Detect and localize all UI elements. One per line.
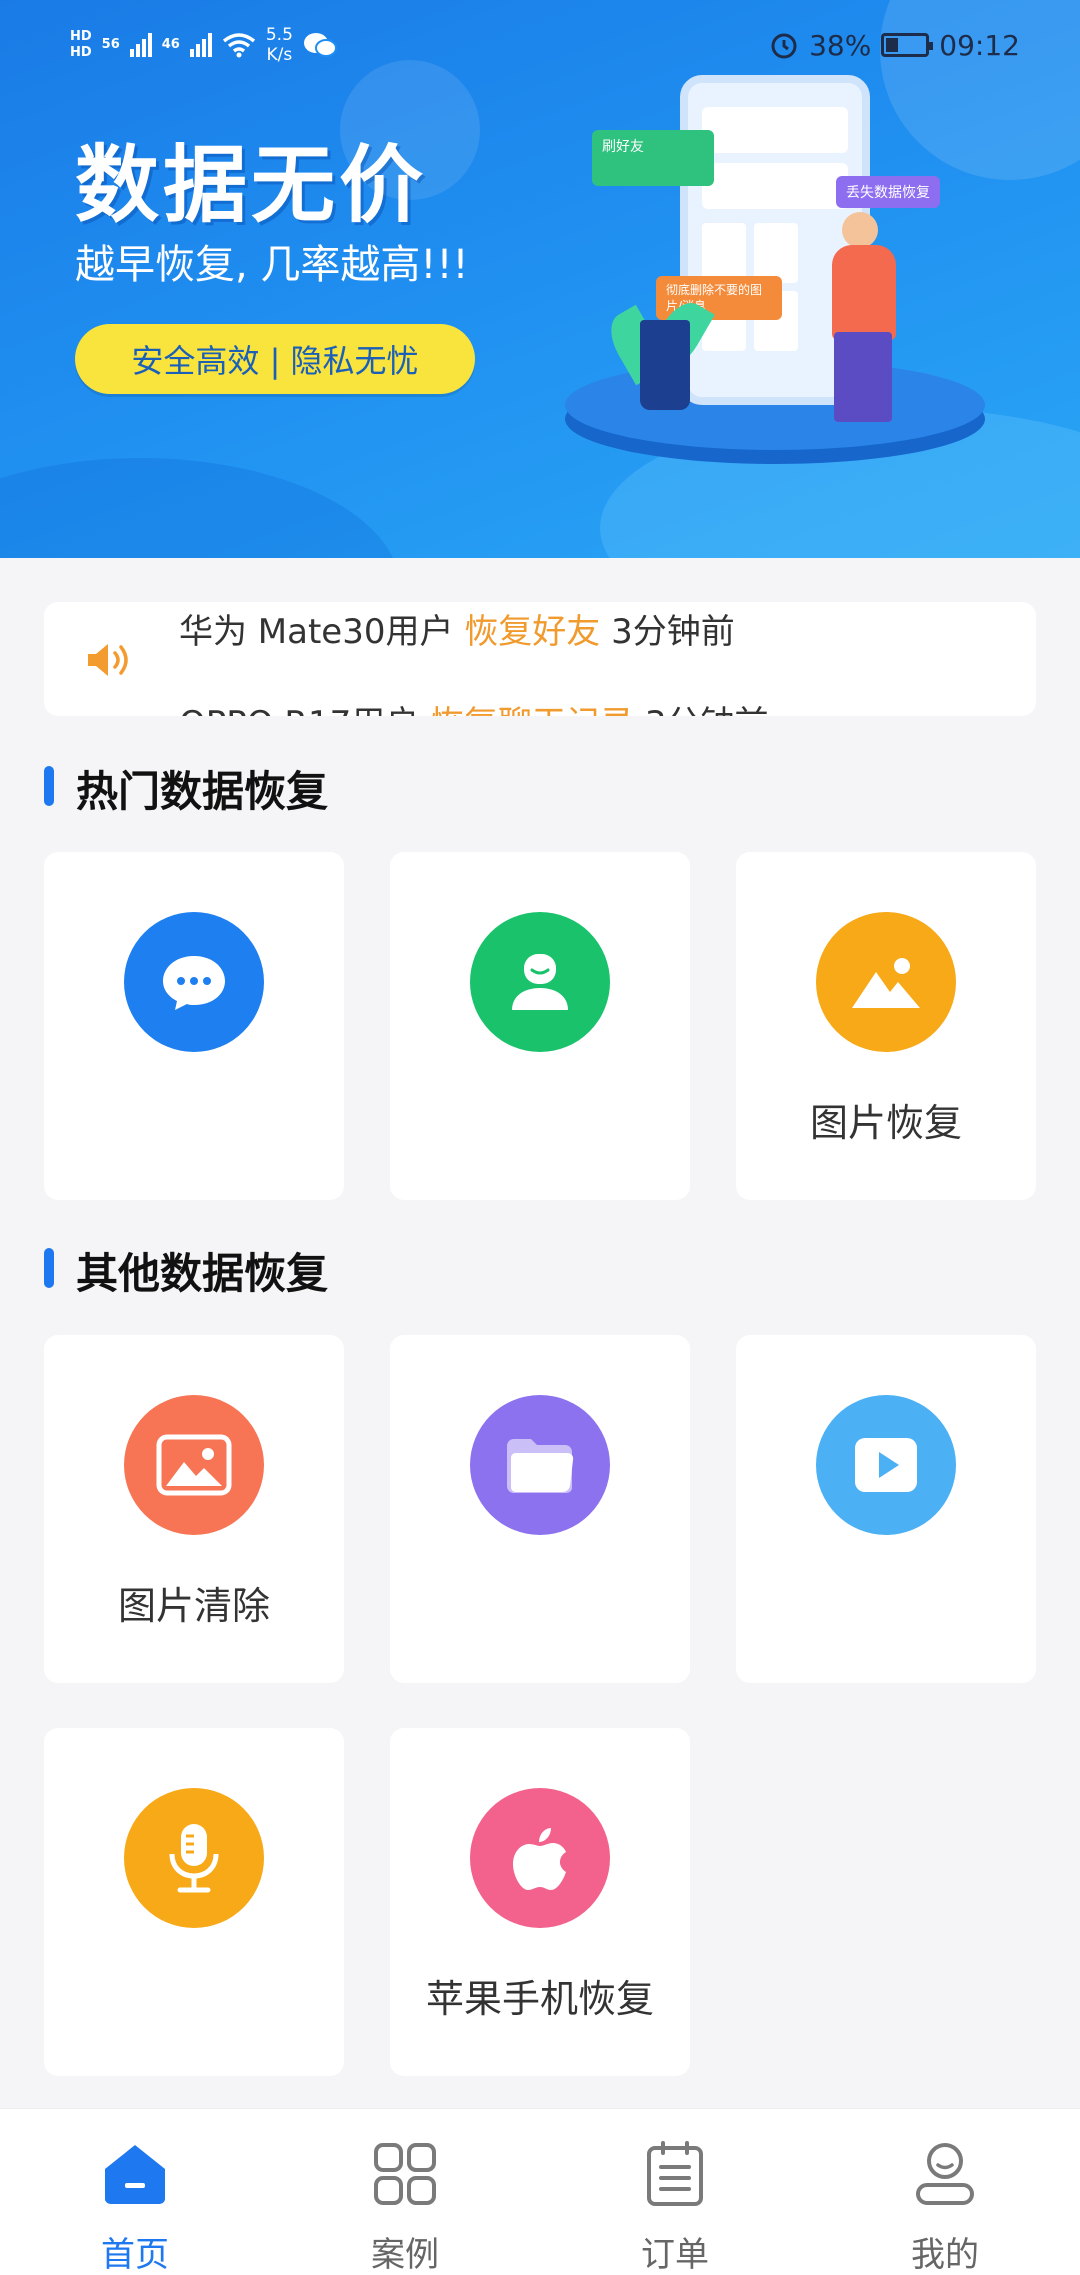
video-play-icon [816, 1395, 956, 1535]
recovery-card-chat[interactable] [44, 852, 344, 1200]
recovery-card-contact[interactable] [390, 852, 690, 1200]
tab-label: 我的 [911, 2235, 979, 2275]
illustration-plant [640, 320, 690, 410]
illustration-person [834, 332, 892, 422]
network-speed: 5.5 K/s [265, 25, 293, 65]
wechat-icon [303, 33, 337, 57]
illustration-tag-lost: 丢失数据恢复 [836, 176, 940, 208]
battery-percent: 38% [809, 28, 872, 62]
illustration-person [842, 212, 878, 248]
battery-icon [881, 33, 934, 57]
contact-icon [470, 912, 610, 1052]
banner-decoration [0, 458, 400, 558]
signal-strength-icon [189, 33, 212, 57]
signal-label-2: 46 [161, 37, 180, 52]
clipboard-icon [640, 2139, 710, 2209]
section-title-hot: 热门数据恢复 [44, 758, 328, 819]
banner-title: 数据无价 [75, 136, 428, 234]
bottom-tab-bar: 首页 案例 订单 我的 [0, 2108, 1080, 2275]
activity-ticker: 华为 Mate30用户 恢复好友 3分钟前 OPPO R17用户 恢复聊天记录 … [44, 602, 1036, 716]
tab-label: 首页 [101, 2235, 169, 2275]
tab-home[interactable]: 首页 [35, 2139, 235, 2275]
apple-icon [470, 1788, 610, 1928]
tab-mine[interactable]: 我的 [845, 2139, 1045, 2275]
tab-cases[interactable]: 案例 [305, 2139, 505, 2275]
illustration-person [832, 245, 896, 340]
banner-subtitle: 越早恢复, 几率越高!!! [75, 242, 469, 288]
photo-icon [816, 912, 956, 1052]
grid-icon [370, 2139, 440, 2209]
tab-orders[interactable]: 订单 [575, 2139, 775, 2275]
banner-pill: 安全高效 | 隐私无忧 [75, 324, 475, 394]
recovery-card-video[interactable] [736, 1335, 1036, 1683]
recovery-card-audio[interactable] [44, 1728, 344, 2076]
card-label: 图片恢复 [809, 1101, 962, 1145]
wifi-icon [222, 33, 255, 58]
image-clean-icon [124, 1395, 264, 1535]
tab-label: 订单 [641, 2235, 709, 2275]
card-label: 苹果手机恢复 [425, 1977, 654, 2021]
section-title-other: 其他数据恢复 [44, 1240, 328, 1301]
card-label: 图片清除 [117, 1584, 270, 1628]
ticker-item: 华为 Mate30用户 恢复好友 3分钟前 [179, 612, 735, 652]
clock: 09:12 [939, 28, 1020, 62]
recovery-card-photo[interactable]: 图片恢复 [736, 852, 1036, 1200]
user-icon [910, 2139, 980, 2209]
chat-icon [124, 912, 264, 1052]
network-type: HD HD [70, 29, 92, 60]
signal-strength-icon [129, 33, 152, 57]
status-bar: HD HD 56 46 5.5 K/s 38% 09:12 [70, 20, 1020, 70]
recovery-card-iphone[interactable]: 苹果手机恢复 [390, 1728, 690, 2076]
speaker-icon [88, 644, 128, 676]
microphone-icon [124, 1788, 264, 1928]
hero-banner[interactable]: HD HD 56 46 5.5 K/s 38% 09:12 数据无价 越早恢复,… [0, 0, 1080, 558]
illustration-tag-friend: 刷好友 [592, 130, 714, 186]
signal-label-1: 56 [101, 37, 120, 52]
folder-icon [470, 1395, 610, 1535]
home-icon [100, 2139, 170, 2209]
ticker-item: OPPO R17用户 恢复聊天记录 3分钟前 [179, 696, 769, 716]
recovery-card-image-clean[interactable]: 图片清除 [44, 1335, 344, 1683]
recovery-card-files[interactable] [390, 1335, 690, 1683]
alarm-icon [771, 33, 797, 59]
tab-label: 案例 [371, 2235, 439, 2275]
